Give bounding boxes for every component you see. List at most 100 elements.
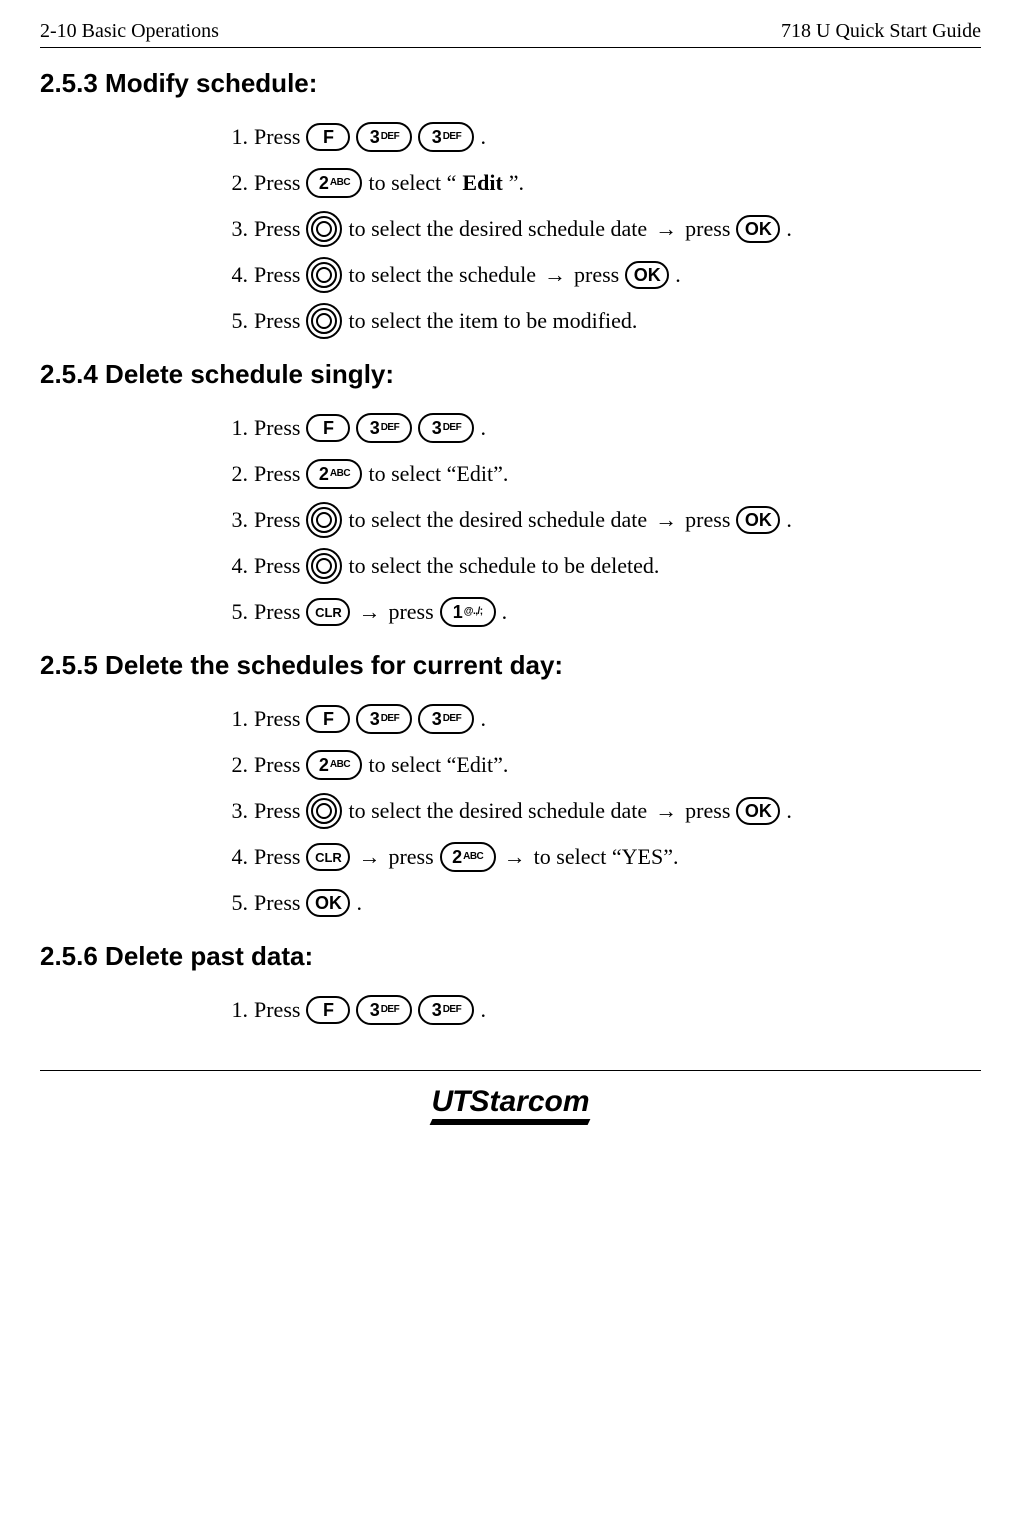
step: 2. Press 2ABC to select “Edit”.: [220, 745, 981, 785]
step-text: Press: [254, 216, 300, 242]
step-text: to select the schedule: [348, 262, 536, 288]
key-navpad-icon: [306, 548, 342, 584]
step-text: Press: [254, 752, 300, 778]
step: 2. Press 2ABC to select “Edit ”.: [220, 163, 981, 203]
arrow-icon: →: [356, 844, 382, 870]
step-text: to select the schedule to be deleted.: [348, 553, 659, 579]
step-text: to select the desired schedule date: [348, 507, 647, 533]
step-text: to select “: [368, 170, 456, 196]
step-text: .: [675, 262, 681, 288]
step-text: .: [480, 997, 486, 1023]
footer-rule: [40, 1070, 981, 1071]
logo-ut: UT: [431, 1085, 469, 1118]
step-number: 4.: [220, 844, 248, 870]
step-number: 4.: [220, 262, 248, 288]
key-navpad-icon: [306, 793, 342, 829]
key-ok-icon: OK: [736, 506, 780, 534]
step-number: 2.: [220, 170, 248, 196]
step-text: .: [480, 124, 486, 150]
step: 5. Press CLR → press 1@.,/; .: [220, 592, 981, 632]
section-2-5-5-steps: 1. Press F 3DEF 3DEF . 2. Press 2ABC to …: [220, 699, 981, 923]
step-text: to select the item to be modified.: [348, 308, 637, 334]
key-3-icon: 3DEF: [356, 704, 412, 734]
step-text: press: [685, 216, 730, 242]
step-text: .: [786, 798, 792, 824]
section-2-5-3-steps: 1. Press F 3DEF 3DEF . 2. Press 2ABC to …: [220, 117, 981, 341]
step-text: press: [388, 599, 433, 625]
key-3-icon: 3DEF: [418, 704, 474, 734]
step: 4. Press CLR → press 2ABC → to select “Y…: [220, 837, 981, 877]
step-number: 5.: [220, 890, 248, 916]
step-text: Press: [254, 798, 300, 824]
step-text: ”.: [509, 170, 524, 196]
arrow-icon: →: [653, 798, 679, 824]
step-text: Press: [254, 844, 300, 870]
step: 3. Press to select the desired schedule …: [220, 500, 981, 540]
arrow-icon: →: [542, 262, 568, 288]
step-number: 4.: [220, 553, 248, 579]
step-text: Press: [254, 997, 300, 1023]
header-left: 2-10 Basic Operations: [40, 20, 219, 43]
step-text: to select the desired schedule date: [348, 216, 647, 242]
step-number: 1.: [220, 997, 248, 1023]
step-text: .: [502, 599, 508, 625]
key-2-icon: 2ABC: [306, 459, 362, 489]
key-1-icon: 1@.,/;: [440, 597, 496, 627]
key-2-icon: 2ABC: [306, 750, 362, 780]
key-2-icon: 2ABC: [306, 168, 362, 198]
step-text: Press: [254, 890, 300, 916]
section-2-5-6-title: 2.5.6 Delete past data:: [40, 941, 981, 972]
key-2-icon: 2ABC: [440, 842, 496, 872]
step: 3. Press to select the desired schedule …: [220, 209, 981, 249]
key-f-icon: F: [306, 705, 350, 733]
step: 4. Press to select the schedule → press …: [220, 255, 981, 295]
step-number: 1.: [220, 415, 248, 441]
section-2-5-5-title: 2.5.5 Delete the schedules for current d…: [40, 650, 981, 681]
step-text: press: [685, 507, 730, 533]
key-3-icon: 3DEF: [418, 995, 474, 1025]
step-number: 3.: [220, 507, 248, 533]
logo-rest: Starcom: [469, 1085, 589, 1118]
key-3-icon: 3DEF: [356, 122, 412, 152]
arrow-icon: →: [653, 216, 679, 242]
step-number: 5.: [220, 308, 248, 334]
key-clr-icon: CLR: [306, 843, 350, 871]
header-right: 718 U Quick Start Guide: [781, 20, 981, 43]
step-text: Press: [254, 415, 300, 441]
key-ok-icon: OK: [306, 889, 350, 917]
section-2-5-4-title: 2.5.4 Delete schedule singly:: [40, 359, 981, 390]
step: 1. Press F 3DEF 3DEF .: [220, 117, 981, 157]
step: 1. Press F 3DEF 3DEF .: [220, 699, 981, 739]
step-text: Press: [254, 706, 300, 732]
step-number: 1.: [220, 706, 248, 732]
step: 1. Press F 3DEF 3DEF .: [220, 990, 981, 1030]
key-f-icon: F: [306, 996, 350, 1024]
step-text: to select “Edit”.: [368, 752, 508, 778]
arrow-icon: →: [502, 844, 528, 870]
step-text: to select “Edit”.: [368, 461, 508, 487]
step-text: Edit: [462, 170, 502, 196]
arrow-icon: →: [356, 599, 382, 625]
section-2-5-6-steps: 1. Press F 3DEF 3DEF .: [220, 990, 981, 1030]
arrow-icon: →: [653, 507, 679, 533]
step-number: 1.: [220, 124, 248, 150]
step-text: Press: [254, 262, 300, 288]
step-text: to select “YES”.: [534, 844, 679, 870]
step-text: .: [356, 890, 362, 916]
step: 2. Press 2ABC to select “Edit”.: [220, 454, 981, 494]
section-2-5-4-steps: 1. Press F 3DEF 3DEF . 2. Press 2ABC to …: [220, 408, 981, 632]
key-navpad-icon: [306, 211, 342, 247]
logo-underline-icon: [430, 1119, 591, 1125]
key-navpad-icon: [306, 303, 342, 339]
key-3-icon: 3DEF: [418, 122, 474, 152]
key-ok-icon: OK: [625, 261, 669, 289]
step: 3. Press to select the desired schedule …: [220, 791, 981, 831]
key-navpad-icon: [306, 257, 342, 293]
step-text: Press: [254, 170, 300, 196]
step-text: Press: [254, 308, 300, 334]
header-rule: [40, 47, 981, 48]
key-clr-icon: CLR: [306, 598, 350, 626]
key-3-icon: 3DEF: [356, 995, 412, 1025]
step: 4. Press to select the schedule to be de…: [220, 546, 981, 586]
key-f-icon: F: [306, 414, 350, 442]
